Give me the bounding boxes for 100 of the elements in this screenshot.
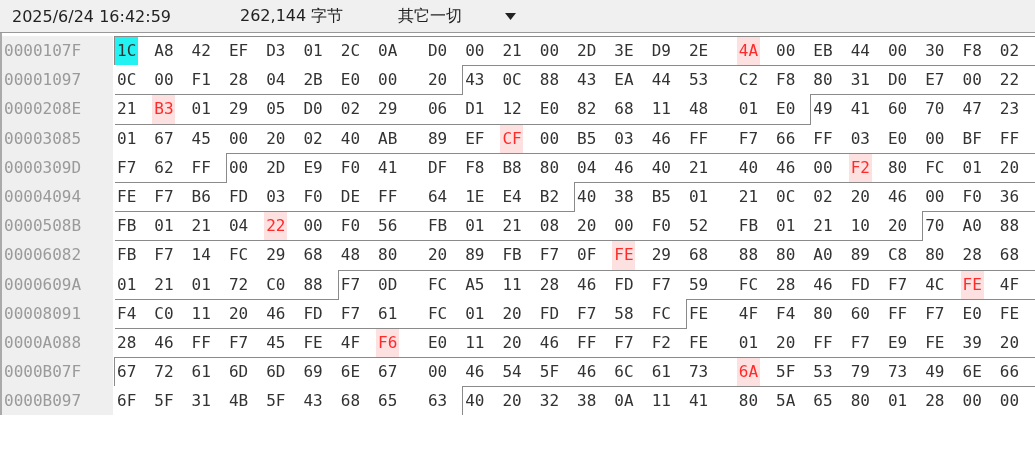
- hex-byte[interactable]: 23: [997, 94, 1035, 124]
- hex-byte[interactable]: FD: [226, 181, 265, 212]
- hex-byte[interactable]: F2: [649, 327, 687, 358]
- hex-byte[interactable]: FE: [301, 327, 339, 358]
- hex-byte[interactable]: 2D: [264, 152, 302, 182]
- hex-byte[interactable]: 48: [338, 240, 377, 270]
- hex-byte[interactable]: 46: [575, 357, 613, 387]
- hex-byte[interactable]: 21: [500, 36, 538, 66]
- hex-byte[interactable]: 63: [425, 386, 464, 416]
- hex-byte[interactable]: AB: [376, 123, 426, 153]
- hex-byte[interactable]: 44: [848, 36, 886, 66]
- hex-byte[interactable]: 06: [425, 94, 464, 124]
- hex-byte[interactable]: 01: [115, 123, 153, 153]
- hex-byte[interactable]: E0: [774, 94, 812, 124]
- hex-byte[interactable]: D1: [463, 94, 501, 124]
- hex-byte[interactable]: 80: [923, 240, 961, 270]
- hex-byte[interactable]: A0: [960, 211, 998, 241]
- hex-byte[interactable]: C8: [885, 240, 924, 270]
- hex-byte[interactable]: 1E: [463, 181, 501, 212]
- hex-byte[interactable]: 01: [463, 298, 501, 328]
- hex-byte[interactable]: F7: [848, 327, 886, 358]
- hex-byte[interactable]: 01: [189, 94, 227, 124]
- hex-byte[interactable]: F0: [338, 211, 377, 241]
- hex-byte[interactable]: FF: [885, 298, 924, 328]
- hex-byte[interactable]: F7: [575, 298, 613, 328]
- hex-byte[interactable]: D9: [649, 36, 687, 66]
- hex-byte[interactable]: B6: [189, 181, 227, 212]
- hex-byte[interactable]: E7: [923, 65, 961, 95]
- hex-byte[interactable]: 49: [810, 94, 849, 124]
- hex-byte[interactable]: 2D: [575, 36, 613, 66]
- hex-byte[interactable]: F4: [115, 298, 153, 328]
- hex-byte[interactable]: 2B: [301, 65, 339, 95]
- hex-byte[interactable]: 21: [811, 211, 849, 241]
- hex-byte[interactable]: 41: [376, 152, 426, 182]
- hex-byte[interactable]: 05: [264, 94, 302, 124]
- hex-byte[interactable]: 1C: [114, 36, 153, 66]
- hex-byte[interactable]: FC: [736, 269, 775, 299]
- hex-byte[interactable]: 67: [376, 357, 426, 387]
- hex-byte[interactable]: 00: [960, 386, 998, 416]
- hex-byte[interactable]: 80: [774, 240, 812, 270]
- hex-byte[interactable]: EF: [226, 36, 265, 66]
- hex-byte[interactable]: F7: [612, 327, 650, 358]
- hex-byte[interactable]: 46: [649, 123, 687, 153]
- hex-byte[interactable]: 20: [500, 298, 538, 328]
- hex-byte[interactable]: 69: [301, 357, 339, 387]
- hex-byte[interactable]: 29: [649, 240, 687, 270]
- hex-byte[interactable]: 01: [736, 94, 775, 124]
- hex-byte[interactable]: 80: [376, 240, 426, 270]
- hex-byte[interactable]: FB: [115, 240, 153, 270]
- hex-byte[interactable]: F7: [885, 269, 924, 299]
- hex-byte[interactable]: FC: [226, 240, 265, 270]
- hex-byte[interactable]: E0: [960, 298, 998, 328]
- hex-byte[interactable]: 46: [463, 357, 501, 387]
- hex-byte[interactable]: 58: [612, 298, 650, 328]
- hex-byte[interactable]: 89: [463, 240, 501, 270]
- hex-byte[interactable]: 68: [338, 386, 377, 416]
- hex-byte[interactable]: 21: [500, 211, 538, 241]
- hex-byte[interactable]: FD: [848, 269, 886, 299]
- hex-byte[interactable]: 61: [649, 357, 687, 387]
- hex-byte[interactable]: 01: [463, 211, 501, 241]
- hex-byte[interactable]: 40: [736, 152, 775, 182]
- hex-byte[interactable]: 2E: [686, 36, 737, 66]
- hex-byte[interactable]: 80: [811, 298, 849, 328]
- hex-byte[interactable]: 01: [189, 269, 227, 299]
- hex-byte[interactable]: 00: [923, 181, 961, 212]
- hex-byte[interactable]: 46: [575, 269, 613, 299]
- hex-byte[interactable]: B5: [649, 181, 687, 212]
- hex-byte[interactable]: 88: [537, 65, 576, 95]
- hex-byte[interactable]: E0: [425, 327, 464, 358]
- hex-byte[interactable]: FF: [189, 327, 227, 358]
- hex-byte[interactable]: D0: [301, 94, 339, 124]
- hex-byte[interactable]: 00: [811, 152, 849, 182]
- hex-byte[interactable]: 43: [462, 65, 501, 95]
- hex-byte[interactable]: FF: [575, 327, 613, 358]
- hex-byte[interactable]: 61: [376, 298, 426, 328]
- hex-byte[interactable]: FF: [811, 327, 849, 358]
- hex-byte[interactable]: 41: [686, 386, 737, 416]
- hex-byte[interactable]: FD: [537, 298, 576, 328]
- hex-byte[interactable]: F0: [649, 211, 687, 241]
- hex-byte[interactable]: 80: [736, 386, 775, 416]
- hex-byte[interactable]: 70: [923, 94, 961, 124]
- hex-byte[interactable]: 46: [537, 327, 576, 358]
- hex-byte[interactable]: F7: [152, 240, 190, 270]
- hex-byte[interactable]: 00: [997, 386, 1035, 416]
- hex-byte[interactable]: 46: [811, 269, 849, 299]
- hex-byte[interactable]: 01: [301, 36, 339, 66]
- hex-byte[interactable]: 43: [575, 65, 613, 95]
- hex-byte[interactable]: C2: [736, 65, 775, 95]
- hex-byte[interactable]: 5F: [537, 357, 576, 387]
- hex-byte[interactable]: FE: [686, 327, 737, 358]
- hex-byte[interactable]: 60: [885, 94, 924, 124]
- hex-byte[interactable]: A0: [811, 240, 849, 270]
- hex-byte[interactable]: 04: [575, 152, 613, 182]
- hex-byte[interactable]: 01: [152, 211, 190, 241]
- hex-byte[interactable]: 20: [500, 386, 538, 416]
- hex-byte[interactable]: 56: [376, 211, 426, 241]
- hex-byte[interactable]: 68: [301, 240, 339, 270]
- hex-byte[interactable]: 28: [960, 240, 998, 270]
- hex-byte[interactable]: 80: [848, 386, 886, 416]
- hex-byte[interactable]: F7: [337, 269, 377, 299]
